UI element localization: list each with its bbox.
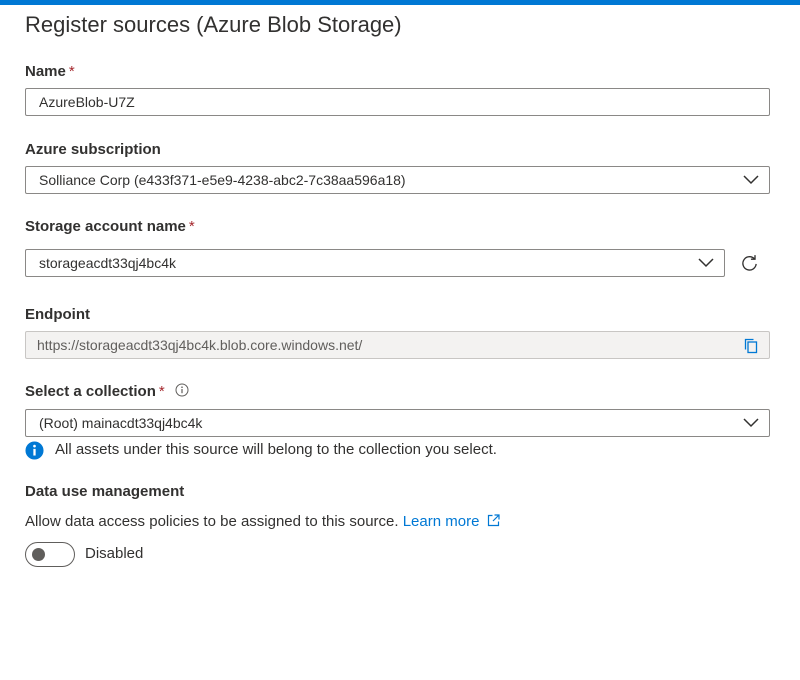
required-indicator: * bbox=[188, 218, 195, 235]
collection-dropdown[interactable]: (Root) mainacdt33qj4bc4k bbox=[25, 409, 770, 437]
required-indicator: * bbox=[68, 63, 75, 80]
name-input-value: AzureBlob-U7Z bbox=[39, 94, 135, 110]
collection-label: Select a collection * bbox=[25, 383, 189, 400]
refresh-icon[interactable] bbox=[740, 254, 759, 273]
learn-more-link[interactable]: Learn more bbox=[403, 513, 500, 530]
endpoint-field: https://storageacdt33qj4bc4k.blob.core.w… bbox=[25, 331, 770, 359]
subscription-value: Solliance Corp (e433f371-e5e9-4238-abc2-… bbox=[39, 172, 406, 188]
endpoint-label: Endpoint bbox=[25, 306, 90, 323]
name-input[interactable]: AzureBlob-U7Z bbox=[25, 88, 770, 116]
storage-label: Storage account name * bbox=[25, 218, 195, 235]
name-label-text: Name bbox=[25, 63, 66, 80]
chevron-down-icon bbox=[743, 418, 759, 428]
chevron-down-icon bbox=[743, 175, 759, 185]
collection-info-text: All assets under this source will belong… bbox=[55, 441, 497, 458]
chevron-down-icon bbox=[698, 258, 714, 268]
data-use-description-text: Allow data access policies to be assigne… bbox=[25, 513, 399, 530]
collection-label-text: Select a collection bbox=[25, 383, 156, 400]
endpoint-value: https://storageacdt33qj4bc4k.blob.core.w… bbox=[37, 337, 363, 353]
copy-icon[interactable] bbox=[744, 338, 758, 354]
subscription-label: Azure subscription bbox=[25, 141, 161, 158]
toggle-knob bbox=[32, 548, 45, 561]
page-title: Register sources (Azure Blob Storage) bbox=[25, 12, 402, 37]
info-circle-icon[interactable] bbox=[175, 383, 189, 397]
data-use-label: Data use management bbox=[25, 483, 185, 500]
learn-more-text: Learn more bbox=[402, 513, 480, 530]
name-label: Name * bbox=[25, 63, 75, 80]
toggle-state-label: Disabled bbox=[85, 545, 144, 562]
storage-account-dropdown[interactable]: storageacdt33qj4bc4k bbox=[25, 249, 725, 277]
storage-account-value: storageacdt33qj4bc4k bbox=[39, 255, 176, 271]
required-indicator: * bbox=[158, 383, 165, 400]
data-use-description: Allow data access policies to be assigne… bbox=[25, 513, 500, 530]
external-link-icon bbox=[487, 514, 500, 527]
data-use-toggle[interactable] bbox=[25, 542, 75, 567]
subscription-dropdown[interactable]: Solliance Corp (e433f371-e5e9-4238-abc2-… bbox=[25, 166, 770, 194]
info-filled-icon bbox=[25, 441, 44, 460]
storage-label-text: Storage account name bbox=[25, 218, 186, 235]
top-accent-bar bbox=[0, 0, 800, 5]
collection-value: (Root) mainacdt33qj4bc4k bbox=[39, 415, 203, 431]
